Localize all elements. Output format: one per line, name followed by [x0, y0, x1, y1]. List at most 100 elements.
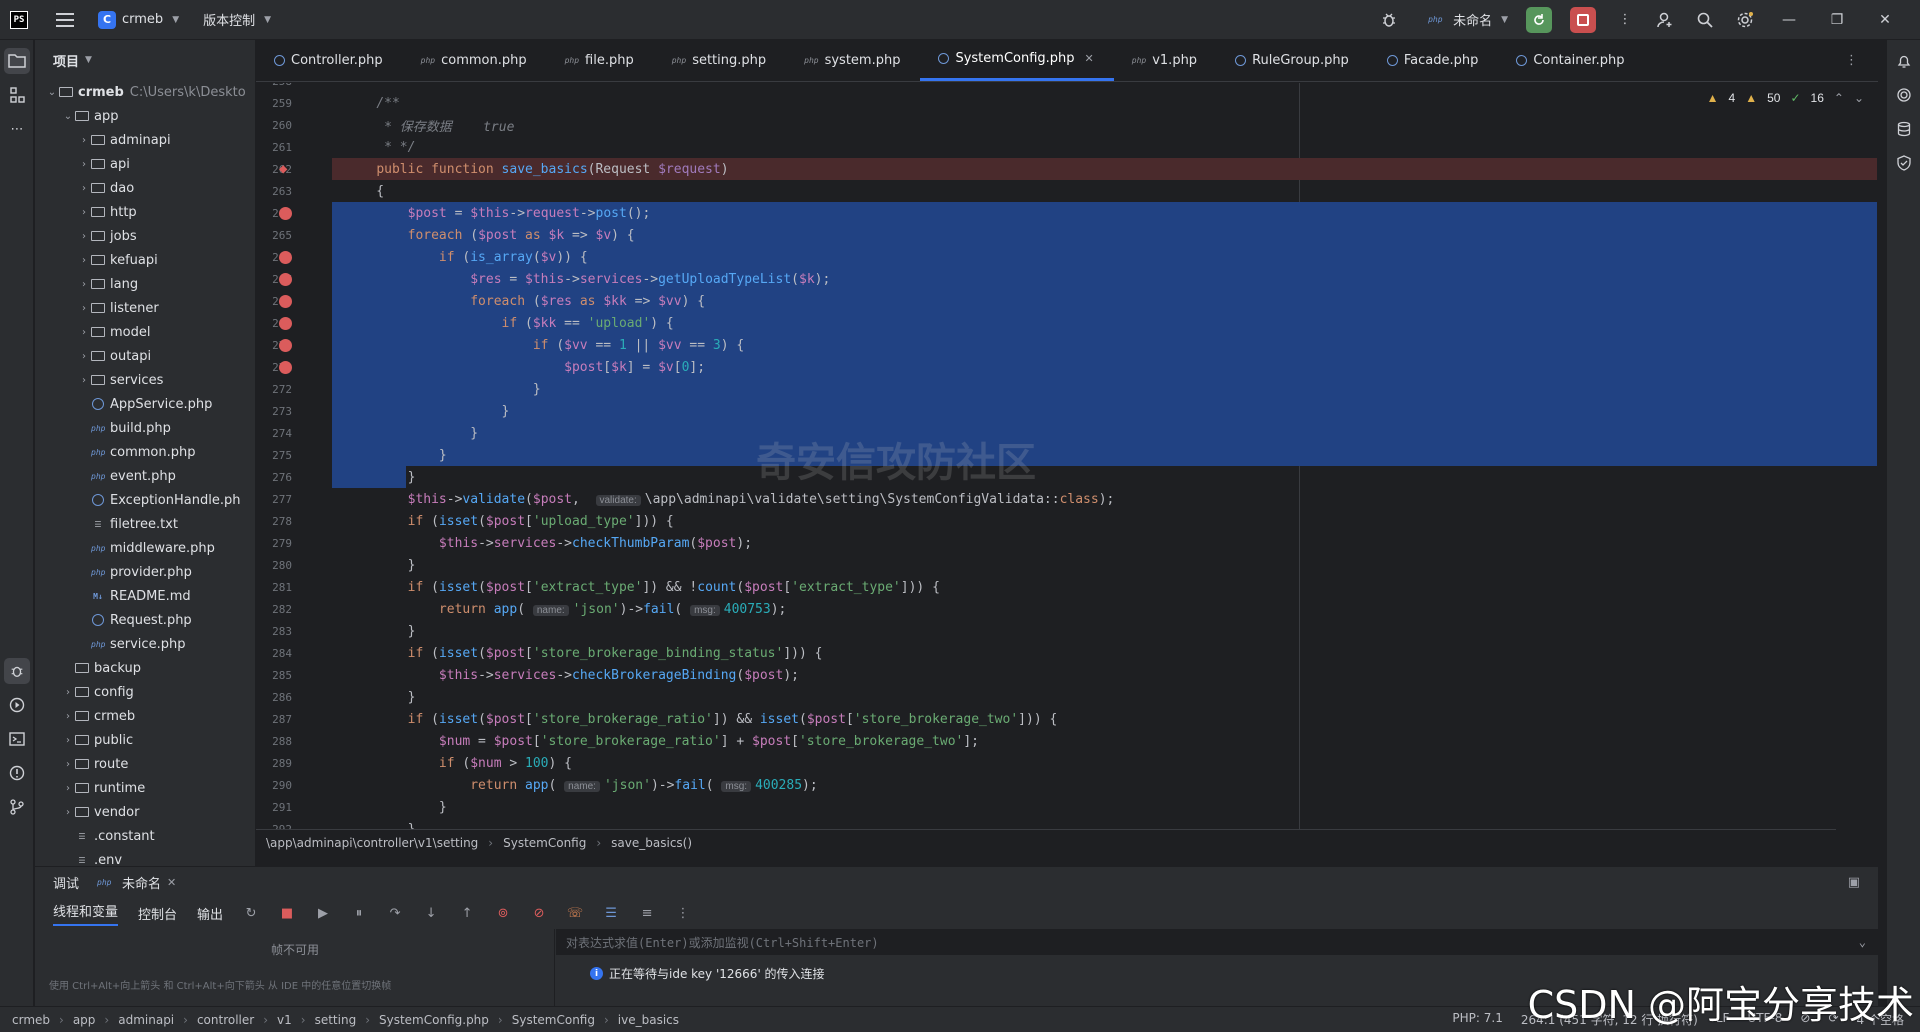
line-number[interactable]: 273 [256, 405, 292, 418]
line-number[interactable]: 274 [256, 427, 292, 440]
status-breadcrumb-item[interactable]: crmeb [12, 1013, 50, 1027]
tree-item[interactable]: php build.php [35, 416, 255, 440]
code-line[interactable]: 284 if (isset($post['store_brokerage_bin… [256, 642, 1878, 664]
vcs-menu[interactable]: 版本控制 ▼ [203, 10, 271, 29]
code-line[interactable]: 269 if ($kk == 'upload') { [256, 312, 1878, 334]
tree-item[interactable]: › adminapi [35, 128, 255, 152]
more-vertical-icon[interactable]: ⋮ [675, 905, 691, 921]
code-line[interactable]: 290 return app( name:'json')->fail( msg:… [256, 774, 1878, 796]
database-icon[interactable] [1891, 116, 1917, 142]
git-branch-icon[interactable] [4, 794, 30, 820]
step-out-icon[interactable]: ↑ [459, 905, 475, 921]
breakpoint-icon[interactable] [279, 272, 292, 286]
code-line[interactable]: 283 } [256, 620, 1878, 642]
line-number[interactable]: 263 [256, 185, 292, 198]
line-number[interactable]: 261 [256, 141, 292, 154]
breakpoint-icon[interactable] [279, 316, 292, 330]
tree-item[interactable]: › route [35, 752, 255, 776]
ai-assistant-icon[interactable] [1891, 82, 1917, 108]
debug-session-tab[interactable]: php 未命名 ✕ [97, 873, 176, 892]
run-config-selector[interactable]: php 未命名 ▼ [1428, 10, 1508, 29]
restore-button[interactable]: ❐ [1822, 12, 1852, 28]
tree-item[interactable]: ☰ .constant [35, 824, 255, 848]
tree-root[interactable]: ⌄ crmeb C:\Users\k\Deskto [35, 80, 255, 104]
tree-item[interactable]: › services [35, 368, 255, 392]
code-line[interactable]: 280 } [256, 554, 1878, 576]
tree-item[interactable]: php provider.php [35, 560, 255, 584]
step-into-icon[interactable]: ↓ [423, 905, 439, 921]
code-line[interactable]: 278 if (isset($post['upload_type'])) { [256, 510, 1878, 532]
code-line[interactable]: 267 $res = $this->services->getUploadTyp… [256, 268, 1878, 290]
line-number[interactable]: 279 [256, 537, 292, 550]
chevron-down-icon[interactable]: ⌄ [1854, 91, 1864, 105]
line-number[interactable]: 272 [256, 383, 292, 396]
code-line[interactable]: 272 } [256, 378, 1878, 400]
terminal-icon[interactable] [4, 726, 30, 752]
tree-item[interactable]: › vendor [35, 800, 255, 824]
chevron-down-icon[interactable]: ⌄ [1859, 935, 1866, 949]
code-line[interactable]: 279 $this->services->checkThumbParam($po… [256, 532, 1878, 554]
tree-item[interactable]: › dao [35, 176, 255, 200]
tree-item[interactable]: › config [35, 680, 255, 704]
status-breadcrumb-item[interactable]: app [73, 1013, 96, 1027]
layout-icon[interactable]: ▣ [1848, 875, 1860, 890]
editor-tab[interactable]: php common.php [403, 39, 547, 81]
listen-debug-connections-icon[interactable]: ☏ [567, 905, 583, 921]
code-line[interactable]: 286 } [256, 686, 1878, 708]
editor-tab[interactable]: Controller.php [256, 39, 403, 81]
breakpoint-icon[interactable] [279, 206, 292, 220]
output-tab[interactable]: 输出 [197, 904, 223, 923]
breadcrumb-class[interactable]: SystemConfig [503, 836, 586, 850]
editor-tab[interactable]: Facade.php [1369, 39, 1499, 81]
status-breadcrumb-item[interactable]: v1 [277, 1013, 292, 1027]
tree-item[interactable]: ☰ .env [35, 848, 255, 867]
line-number[interactable]: 285 [256, 669, 292, 682]
line-number[interactable]: 282 [256, 603, 292, 616]
bug-icon[interactable] [1378, 9, 1400, 31]
tree-item[interactable]: › runtime [35, 776, 255, 800]
editor-tab[interactable]: php system.php [786, 39, 920, 81]
settings-gear-icon[interactable] [1734, 9, 1756, 31]
line-number[interactable]: 258 [256, 83, 292, 88]
code-line[interactable]: 264 $post = $this->request->post(); [256, 202, 1878, 224]
tree-item[interactable]: › model [35, 320, 255, 344]
tree-item[interactable]: php event.php [35, 464, 255, 488]
line-number[interactable]: 287 [256, 713, 292, 726]
code-line[interactable]: 274 } [256, 422, 1878, 444]
line-number[interactable]: 281 [256, 581, 292, 594]
line-number[interactable]: 275 [256, 449, 292, 462]
pause-icon[interactable]: ⏸ [351, 905, 367, 921]
code-line[interactable]: 261 * */ [256, 136, 1878, 158]
status-breadcrumb-item[interactable]: SystemConfig.php [379, 1013, 489, 1027]
tree-item[interactable]: php middleware.php [35, 536, 255, 560]
code-line[interactable]: 266 if (is_array($v)) { [256, 246, 1878, 268]
structure-icon[interactable] [4, 82, 30, 108]
line-number[interactable]: 290 [256, 779, 292, 792]
code-line[interactable]: 258 [256, 83, 1878, 92]
rerun-debug-button[interactable] [1526, 6, 1552, 33]
shield-check-icon[interactable] [1891, 150, 1917, 176]
breakpoint-icon[interactable] [279, 250, 292, 264]
tree-item[interactable]: php service.php [35, 632, 255, 656]
code-line[interactable]: 262 ◆ public function save_basics(Request… [256, 158, 1878, 180]
line-number[interactable]: 291 [256, 801, 292, 814]
code-line[interactable]: 276 } [256, 466, 1878, 488]
line-number[interactable]: 280 [256, 559, 292, 572]
problems-icon[interactable] [4, 760, 30, 786]
editor-tab[interactable]: SystemConfig.php ✕ [920, 39, 1114, 81]
editor-tab[interactable]: Container.php [1498, 39, 1644, 81]
line-number[interactable]: 265 [256, 229, 292, 242]
line-number[interactable]: 260 [256, 119, 292, 132]
tree-item[interactable]: AppService.php [35, 392, 255, 416]
tree-item[interactable]: › crmeb [35, 704, 255, 728]
line-number[interactable]: 259 [256, 97, 292, 110]
php-version[interactable]: PHP: 7.1 [1452, 1011, 1502, 1028]
editor-tab[interactable]: RuleGroup.php [1217, 39, 1369, 81]
code-line[interactable]: 292 } [256, 818, 1878, 830]
close-icon[interactable]: ✕ [1085, 52, 1094, 65]
line-number[interactable]: 286 [256, 691, 292, 704]
tree-item[interactable]: ExceptionHandle.ph [35, 488, 255, 512]
code-line[interactable]: 271 $post[$k] = $v[0]; [256, 356, 1878, 378]
code-line[interactable]: 275 } [256, 444, 1878, 466]
code-line[interactable]: 260 * 保存数据 true [256, 114, 1878, 136]
